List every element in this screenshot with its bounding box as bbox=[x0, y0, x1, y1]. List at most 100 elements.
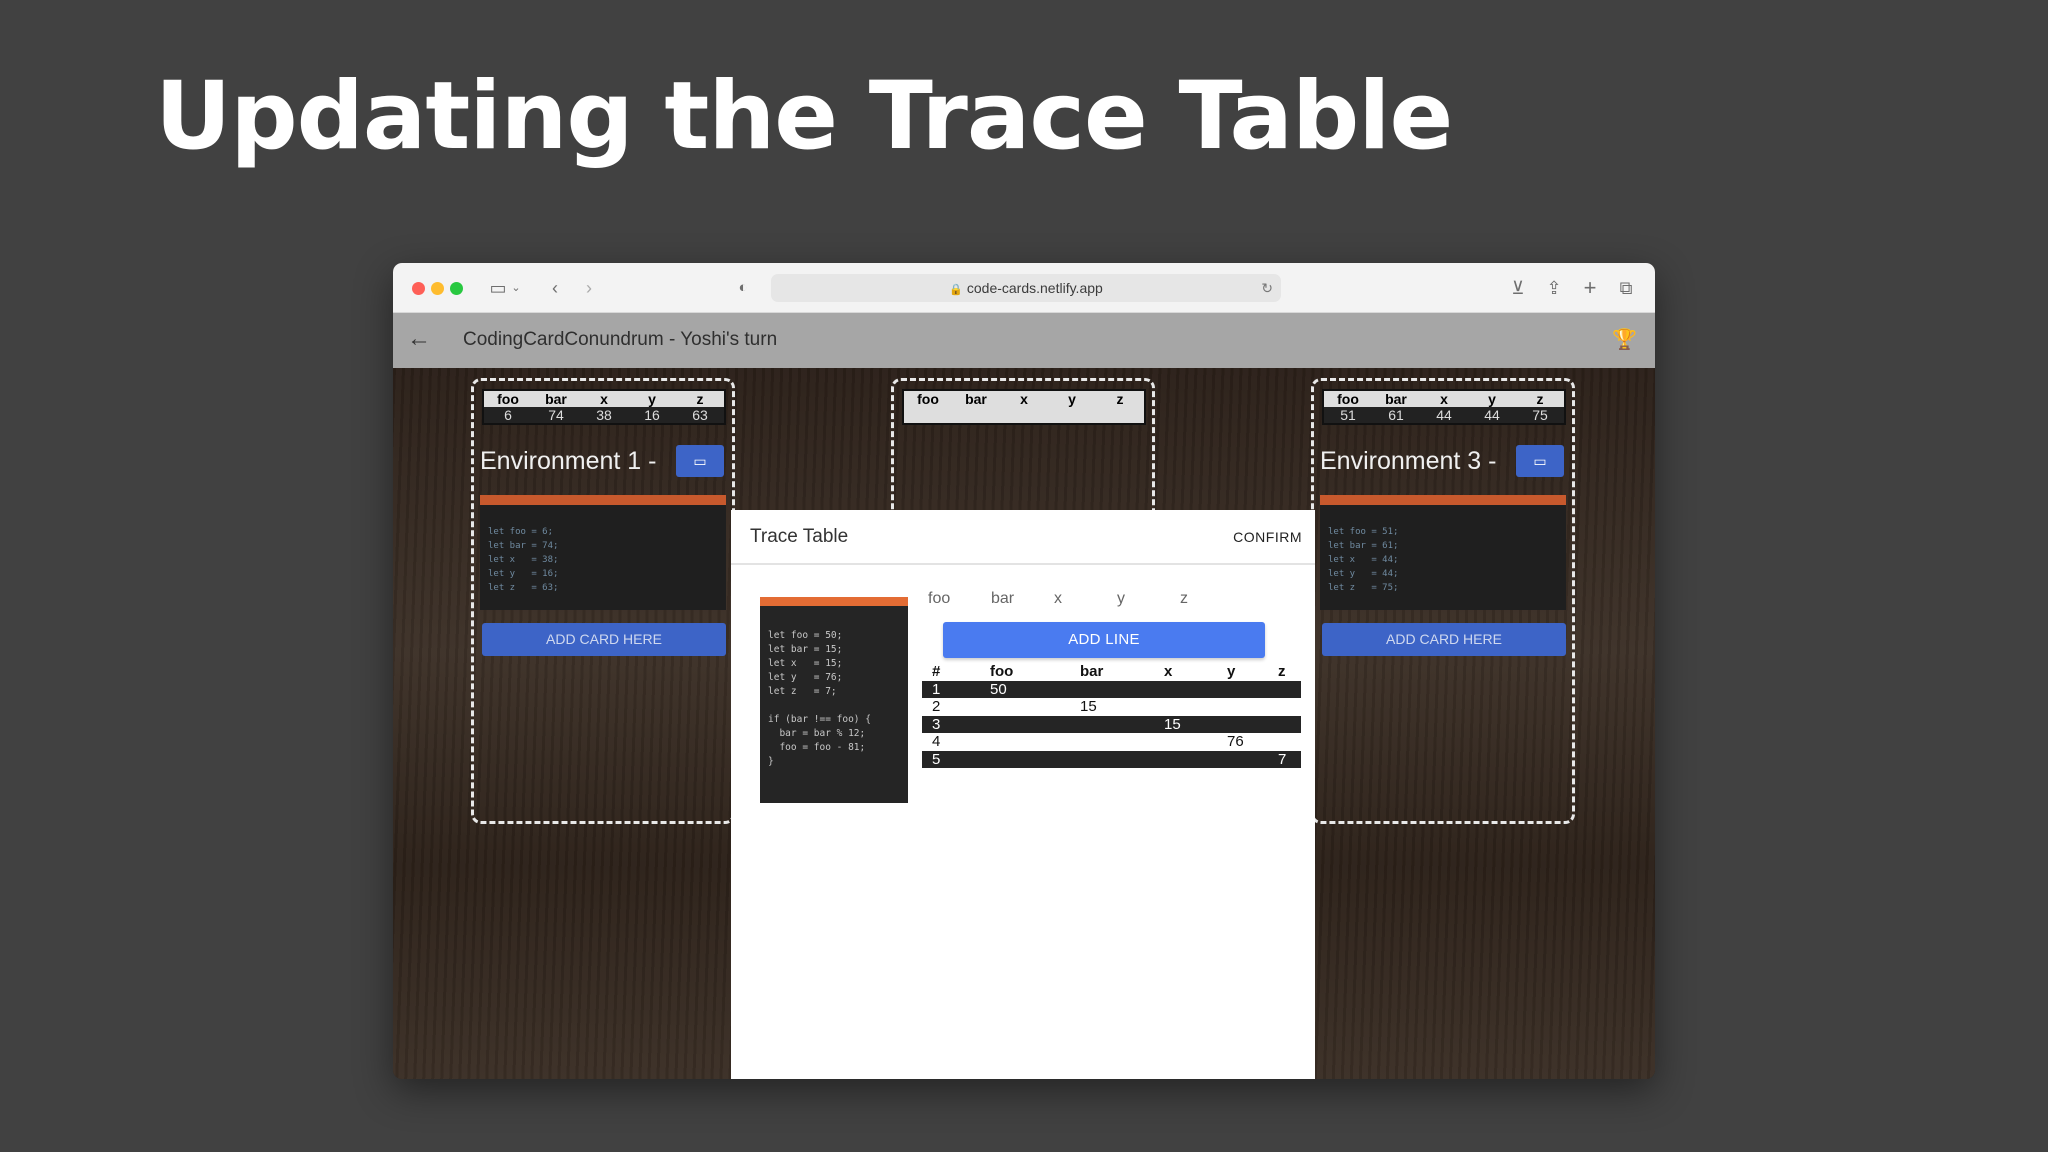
close-window-button[interactable] bbox=[412, 282, 425, 295]
var-header: y bbox=[1068, 391, 1076, 407]
column-header: z bbox=[1278, 663, 1286, 680]
var-value: 44 bbox=[1484, 407, 1500, 423]
download-icon[interactable]: ⊻ bbox=[1507, 275, 1529, 301]
code-line: let bar = 15; bbox=[768, 644, 843, 655]
variable-label: y bbox=[1117, 590, 1125, 607]
table-row: 1 50 bbox=[922, 680, 1301, 698]
var-value: 75 bbox=[1532, 407, 1548, 423]
arrow-left-icon[interactable]: ← bbox=[407, 325, 431, 353]
variable-header-row: foo bar x y z bbox=[928, 590, 1243, 608]
var-header: y bbox=[648, 391, 656, 407]
var-value: 74 bbox=[548, 407, 564, 423]
table-cell: 2 bbox=[932, 698, 941, 715]
code-card[interactable]: let foo = 6; let bar = 74; let x = 38; l… bbox=[480, 495, 726, 610]
dialog-header: Trace Table CONFIRM bbox=[731, 510, 1315, 565]
lock-icon: 🔒 bbox=[949, 284, 963, 296]
var-header: x bbox=[600, 391, 608, 407]
table-cell: 15 bbox=[1080, 698, 1097, 715]
maximize-window-button[interactable] bbox=[450, 282, 463, 295]
code-line: let x = 38; bbox=[488, 555, 559, 565]
privacy-shield-icon[interactable]: ◐ bbox=[733, 275, 753, 301]
code-card: let foo = 50; let bar = 15; let x = 15; … bbox=[760, 597, 908, 803]
code-line: let x = 44; bbox=[1328, 555, 1399, 565]
table-cell: 15 bbox=[1164, 715, 1181, 733]
forward-nav-icon[interactable]: › bbox=[579, 275, 599, 301]
reload-icon[interactable]: ↻ bbox=[1261, 274, 1273, 302]
table-cell: 76 bbox=[1227, 733, 1244, 750]
var-header: z bbox=[1536, 391, 1544, 407]
add-card-button[interactable]: ADD CARD HERE bbox=[1322, 623, 1566, 656]
code-line: let z = 75; bbox=[1328, 583, 1399, 593]
trophy-icon[interactable]: 🏆 bbox=[1612, 327, 1637, 352]
table-cell: 7 bbox=[1278, 750, 1287, 768]
share-icon[interactable]: ⇪ bbox=[1543, 275, 1565, 301]
code-line: let bar = 61; bbox=[1328, 541, 1399, 551]
tab-overview-icon[interactable]: ⧉ bbox=[1615, 275, 1637, 301]
code-line: let y = 16; bbox=[488, 569, 559, 579]
table-row: 4 76 bbox=[922, 733, 1301, 751]
confirm-button[interactable]: CONFIRM bbox=[1233, 529, 1302, 545]
column-header: y bbox=[1227, 663, 1236, 680]
trace-table: # foo bar x y z 1 50 2 15 3 15 4 76 5 7 bbox=[922, 663, 1301, 768]
column-header: # bbox=[932, 663, 941, 680]
code-line: foo = foo - 81; bbox=[768, 742, 866, 753]
code-card[interactable]: let foo = 51; let bar = 61; let x = 44; … bbox=[1320, 495, 1566, 610]
var-value: 61 bbox=[1388, 407, 1404, 423]
var-header: bar bbox=[1385, 391, 1407, 407]
var-header: foo bbox=[497, 391, 519, 407]
code-line: if (bar !== foo) { bbox=[768, 714, 871, 725]
add-card-button[interactable]: ADD CARD HERE bbox=[482, 623, 726, 656]
code-line: let foo = 50; bbox=[768, 630, 843, 641]
var-header: bar bbox=[965, 391, 987, 407]
game-board: foo bar x y z 6 74 38 16 63 Environment … bbox=[393, 368, 1655, 1079]
code-line: let z = 7; bbox=[768, 686, 837, 697]
var-header: x bbox=[1020, 391, 1028, 407]
address-bar[interactable]: 🔒 code-cards.netlify.app ↻ bbox=[771, 274, 1281, 302]
chevron-down-icon[interactable]: ⌄ bbox=[510, 275, 522, 301]
code-line: let y = 76; bbox=[768, 672, 843, 683]
table-row: 5 7 bbox=[922, 750, 1301, 768]
trace-table-dialog: Trace Table CONFIRM let foo = 50; let ba… bbox=[731, 510, 1315, 1079]
table-cell: 1 bbox=[932, 680, 941, 698]
code-line: let z = 63; bbox=[488, 583, 559, 593]
code-line: } bbox=[768, 756, 774, 767]
var-header: y bbox=[1488, 391, 1496, 407]
environment-3: foo bar x y z 51 61 44 44 75 Environment… bbox=[1311, 378, 1575, 824]
variable-label: x bbox=[1054, 590, 1062, 607]
var-value: 51 bbox=[1340, 407, 1356, 423]
browser-window: ▭ ⌄ ‹ › ◐ 🔒 code-cards.netlify.app ↻ ⊻ ⇪ … bbox=[393, 263, 1655, 1079]
environment-title: Environment 1 - bbox=[480, 447, 657, 475]
code-line: let x = 15; bbox=[768, 658, 843, 669]
var-value: 16 bbox=[644, 407, 660, 423]
app-header: ← CodingCardConundrum - Yoshi's turn 🏆 bbox=[393, 313, 1655, 368]
column-header: bar bbox=[1080, 663, 1104, 680]
variable-label: bar bbox=[991, 590, 1015, 607]
back-nav-icon[interactable]: ‹ bbox=[545, 275, 565, 301]
var-value: 44 bbox=[1436, 407, 1452, 423]
table-cell: 5 bbox=[932, 750, 941, 768]
inbox-icon: ▭ bbox=[693, 453, 707, 469]
column-header: x bbox=[1164, 663, 1173, 680]
variable-table: foo bar x y z 51 61 44 44 75 bbox=[1322, 389, 1566, 425]
var-header: z bbox=[696, 391, 704, 407]
var-value: 63 bbox=[692, 407, 708, 423]
environment-action-button[interactable]: ▭ bbox=[1516, 445, 1564, 477]
var-value: 6 bbox=[504, 407, 512, 423]
app-title: CodingCardConundrum - Yoshi's turn bbox=[463, 329, 778, 350]
new-tab-icon[interactable]: + bbox=[1579, 275, 1601, 301]
table-row: 2 15 bbox=[922, 698, 1301, 716]
column-header: foo bbox=[990, 663, 1014, 680]
code-line: let foo = 51; bbox=[1328, 527, 1399, 537]
minimize-window-button[interactable] bbox=[431, 282, 444, 295]
table-cell: 3 bbox=[932, 715, 941, 733]
slide-title: Updating the Trace Table bbox=[155, 62, 1453, 171]
var-header: foo bbox=[917, 391, 939, 407]
trace-header-row: # foo bar x y z bbox=[922, 663, 1301, 681]
code-line: let y = 44; bbox=[1328, 569, 1399, 579]
add-line-button[interactable]: ADD LINE bbox=[943, 622, 1265, 658]
environment-action-button[interactable]: ▭ bbox=[676, 445, 724, 477]
code-line: bar = bar % 12; bbox=[768, 728, 866, 739]
sidebar-toggle-icon[interactable]: ▭ bbox=[487, 275, 509, 301]
var-header: foo bbox=[1337, 391, 1359, 407]
var-header: z bbox=[1116, 391, 1124, 407]
